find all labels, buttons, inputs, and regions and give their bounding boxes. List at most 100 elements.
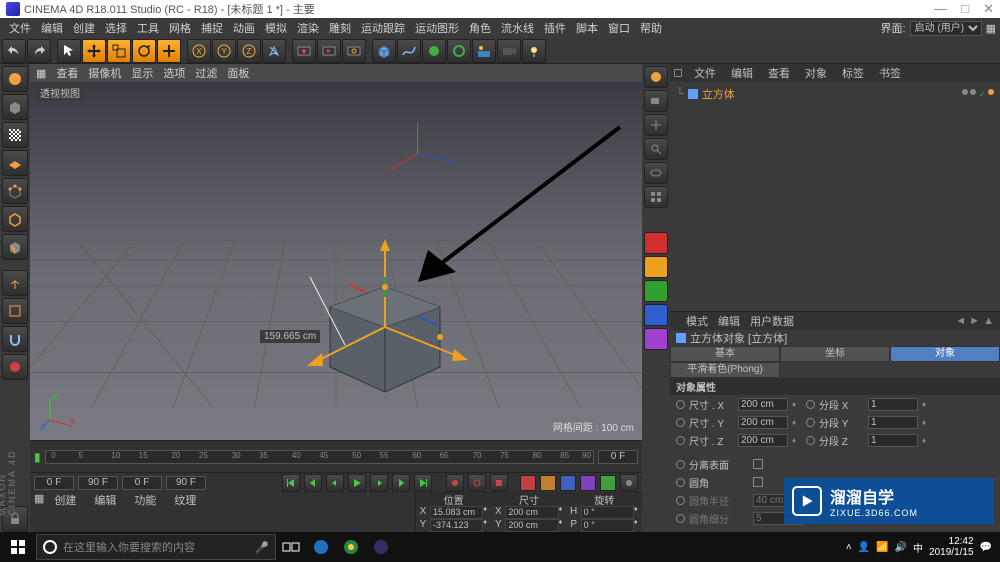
vp-options[interactable]: 选项 [163, 65, 185, 81]
dot-red[interactable] [644, 232, 668, 254]
dot-orange[interactable] [644, 256, 668, 278]
size-y-input[interactable]: 200 cm [738, 416, 788, 429]
menu-help[interactable]: 帮助 [635, 20, 667, 36]
light-button[interactable] [522, 39, 546, 63]
redo-button[interactable] [27, 39, 51, 63]
size-x-input[interactable]: 200 cm [738, 398, 788, 411]
minimize-button[interactable]: — [934, 1, 947, 17]
viewport[interactable]: 透视视图 [30, 82, 642, 440]
deformer-button[interactable] [447, 39, 471, 63]
vp-zoom-button[interactable] [644, 138, 668, 160]
axis-z-button[interactable]: Z [237, 39, 261, 63]
vp-filter[interactable]: 过滤 [195, 65, 217, 81]
goto-end-button[interactable] [414, 474, 432, 492]
axis-y-button[interactable]: Y [212, 39, 236, 63]
next-frame-button[interactable] [370, 474, 388, 492]
seg-x-input[interactable]: 1 [868, 398, 918, 411]
attr-mode[interactable]: 模式 [686, 313, 708, 329]
tray-network-icon[interactable]: 📶 [876, 542, 888, 553]
htab-bookmarks[interactable]: 书签 [872, 65, 908, 81]
render-settings-button[interactable] [342, 39, 366, 63]
menu-snap[interactable]: 捕捉 [196, 20, 228, 36]
mic-icon[interactable]: 🎤 [255, 541, 269, 554]
coord-y-size[interactable]: 200 cm [505, 519, 558, 532]
key-options-button[interactable] [620, 474, 638, 492]
frame-range-start[interactable]: 0 F [122, 476, 162, 490]
tray-ime-icon[interactable]: 中 [913, 540, 923, 555]
htab-view[interactable]: 查看 [761, 65, 797, 81]
taskbar-app-c4d[interactable] [366, 532, 396, 562]
select-tool[interactable] [57, 39, 81, 63]
menu-mesh[interactable]: 网格 [164, 20, 196, 36]
record-button[interactable] [446, 474, 464, 492]
vp-pan-button[interactable] [644, 114, 668, 136]
model-mode-button[interactable] [2, 94, 28, 120]
param-key-button[interactable] [580, 475, 596, 491]
seg-z-input[interactable]: 1 [868, 434, 918, 447]
move-tool[interactable] [82, 39, 106, 63]
menu-sculpt[interactable]: 雕刻 [324, 20, 356, 36]
tray-chevron-icon[interactable]: ˄ [846, 542, 852, 553]
vp-view[interactable]: 查看 [56, 65, 78, 81]
workplane-mode-button[interactable] [2, 150, 28, 176]
next-key-button[interactable] [392, 474, 410, 492]
attr-tab-object[interactable]: 对象 [890, 346, 1000, 362]
mp-function[interactable]: 功能 [126, 492, 164, 508]
taskbar-app-edge[interactable] [306, 532, 336, 562]
keyframe-sel-button[interactable] [490, 474, 508, 492]
rotate-tool[interactable] [132, 39, 156, 63]
play-button[interactable] [348, 474, 366, 492]
coord-system-button[interactable] [262, 39, 286, 63]
task-view-button[interactable] [276, 532, 306, 562]
menu-script[interactable]: 脚本 [571, 20, 603, 36]
spline-button[interactable] [397, 39, 421, 63]
visibility-render-dot[interactable] [970, 89, 976, 95]
goto-start-button[interactable] [282, 474, 300, 492]
phong-tag-icon[interactable] [988, 89, 994, 95]
texture-mode-button[interactable] [2, 122, 28, 148]
taskbar-app-paint[interactable] [336, 532, 366, 562]
menu-plugins[interactable]: 插件 [539, 20, 571, 36]
render-pv-button[interactable] [317, 39, 341, 63]
cube-primitive-button[interactable] [372, 39, 396, 63]
maximize-button[interactable]: □ [961, 1, 969, 17]
coord-h-rot[interactable]: 0 ° [581, 506, 634, 519]
hierarchy-item-cube[interactable]: └ 立方体 ✓ [676, 86, 994, 102]
edge-mode-button[interactable] [2, 206, 28, 232]
menu-create[interactable]: 创建 [68, 20, 100, 36]
tray-time[interactable]: 12:42 [929, 536, 974, 547]
attr-tab-phong[interactable]: 平滑着色(Phong) [670, 362, 780, 378]
size-z-input[interactable]: 200 cm [738, 434, 788, 447]
frame-current[interactable]: 0 F [598, 450, 638, 464]
menu-window[interactable]: 窗口 [603, 20, 635, 36]
coord-x-pos[interactable]: 15.083 cm [430, 506, 483, 519]
visibility-editor-dot[interactable] [962, 89, 968, 95]
timeline-ruler[interactable]: 05 1015 2025 3035 4045 5055 6065 7075 80… [45, 450, 594, 464]
make-editable-button[interactable] [2, 66, 28, 92]
mp-edit[interactable]: 编辑 [86, 492, 124, 508]
tray-people-icon[interactable]: 👤 [858, 542, 870, 553]
frame-range-end[interactable]: 90 F [166, 476, 206, 490]
fillet-checkbox[interactable] [753, 477, 763, 487]
viewport-solo-button[interactable] [2, 298, 28, 324]
dot-purple[interactable] [644, 328, 668, 350]
frame-end[interactable]: 90 F [78, 476, 118, 490]
taskbar-search[interactable]: 在这里输入你要搜索的内容 🎤 [36, 534, 276, 560]
menu-tools[interactable]: 工具 [132, 20, 164, 36]
autokey-button[interactable] [468, 474, 486, 492]
htab-edit[interactable]: 编辑 [724, 65, 760, 81]
menu-pipeline[interactable]: 流水线 [496, 20, 539, 36]
htab-object[interactable]: 对象 [798, 65, 834, 81]
vp-display[interactable]: 显示 [131, 65, 153, 81]
axis-x-button[interactable]: X [187, 39, 211, 63]
interface-select[interactable]: 启动 (用户) [910, 21, 982, 36]
menu-mograph[interactable]: 运动图形 [410, 20, 464, 36]
attr-tab-coord[interactable]: 坐标 [780, 346, 890, 362]
pla-key-button[interactable] [600, 475, 616, 491]
attr-tab-basic[interactable]: 基本 [670, 346, 780, 362]
prev-frame-button[interactable] [326, 474, 344, 492]
attr-edit[interactable]: 编辑 [718, 313, 740, 329]
tray-date[interactable]: 2019/1/15 [929, 547, 974, 558]
last-tool[interactable] [157, 39, 181, 63]
object-hierarchy[interactable]: └ 立方体 ✓ [670, 82, 1000, 312]
